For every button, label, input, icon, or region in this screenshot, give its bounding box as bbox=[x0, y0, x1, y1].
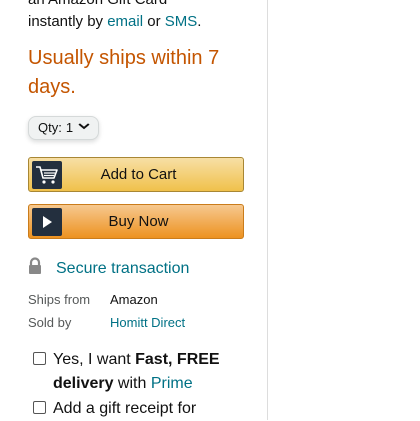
sold-by-label: Sold by bbox=[28, 315, 72, 330]
delivery-line-2: instantly by email or SMS. bbox=[28, 13, 201, 30]
chevron-down-icon bbox=[78, 116, 90, 140]
email-link[interactable]: email bbox=[107, 13, 143, 30]
buy-now-button[interactable]: Buy Now bbox=[28, 204, 244, 239]
qty-value: 1 bbox=[65, 120, 74, 135]
lock-icon bbox=[28, 257, 42, 280]
shipping-notice: Usually ships within 7 days. bbox=[28, 47, 220, 98]
delivery-line-1: an Amazon Gift Card bbox=[28, 0, 167, 8]
seller-link[interactable]: Homitt Direct bbox=[110, 315, 185, 330]
sold-by-row: Sold by Homitt Direct bbox=[28, 315, 185, 330]
add-to-cart-button[interactable]: Add to Cart bbox=[28, 157, 244, 192]
fast-delivery-middle: with bbox=[113, 375, 151, 392]
or-text: or bbox=[143, 13, 165, 30]
delivery-prefix: instantly by bbox=[28, 13, 108, 30]
column-divider bbox=[267, 0, 268, 420]
secure-transaction-link[interactable]: Secure transaction bbox=[28, 257, 189, 280]
ships-from-label: Ships from bbox=[28, 292, 91, 307]
sms-link[interactable]: SMS bbox=[165, 13, 198, 30]
fast-delivery-checkbox[interactable] bbox=[33, 352, 46, 365]
quantity-dropdown[interactable]: Qty: 1 bbox=[28, 116, 100, 140]
play-icon bbox=[32, 207, 62, 236]
prime-link[interactable]: Prime bbox=[151, 375, 193, 392]
ships-from-value: Amazon bbox=[110, 292, 158, 307]
qty-label: Qty: bbox=[38, 120, 62, 135]
fast-delivery-prefix: Yes, I want bbox=[53, 351, 136, 368]
period: . bbox=[197, 13, 202, 30]
gift-receipt-checkbox[interactable] bbox=[33, 401, 46, 414]
cart-icon bbox=[32, 160, 62, 189]
buy-now-label: Buy Now bbox=[108, 213, 169, 230]
gift-receipt-text: Add a gift receipt for bbox=[53, 400, 197, 417]
secure-transaction-text: Secure transaction bbox=[56, 259, 190, 277]
fast-delivery-text: Yes, I want Fast, FREE delivery with Pri… bbox=[53, 348, 253, 396]
ships-from-row: Ships from Amazon bbox=[28, 292, 158, 307]
add-to-cart-label: Add to Cart bbox=[100, 166, 177, 183]
